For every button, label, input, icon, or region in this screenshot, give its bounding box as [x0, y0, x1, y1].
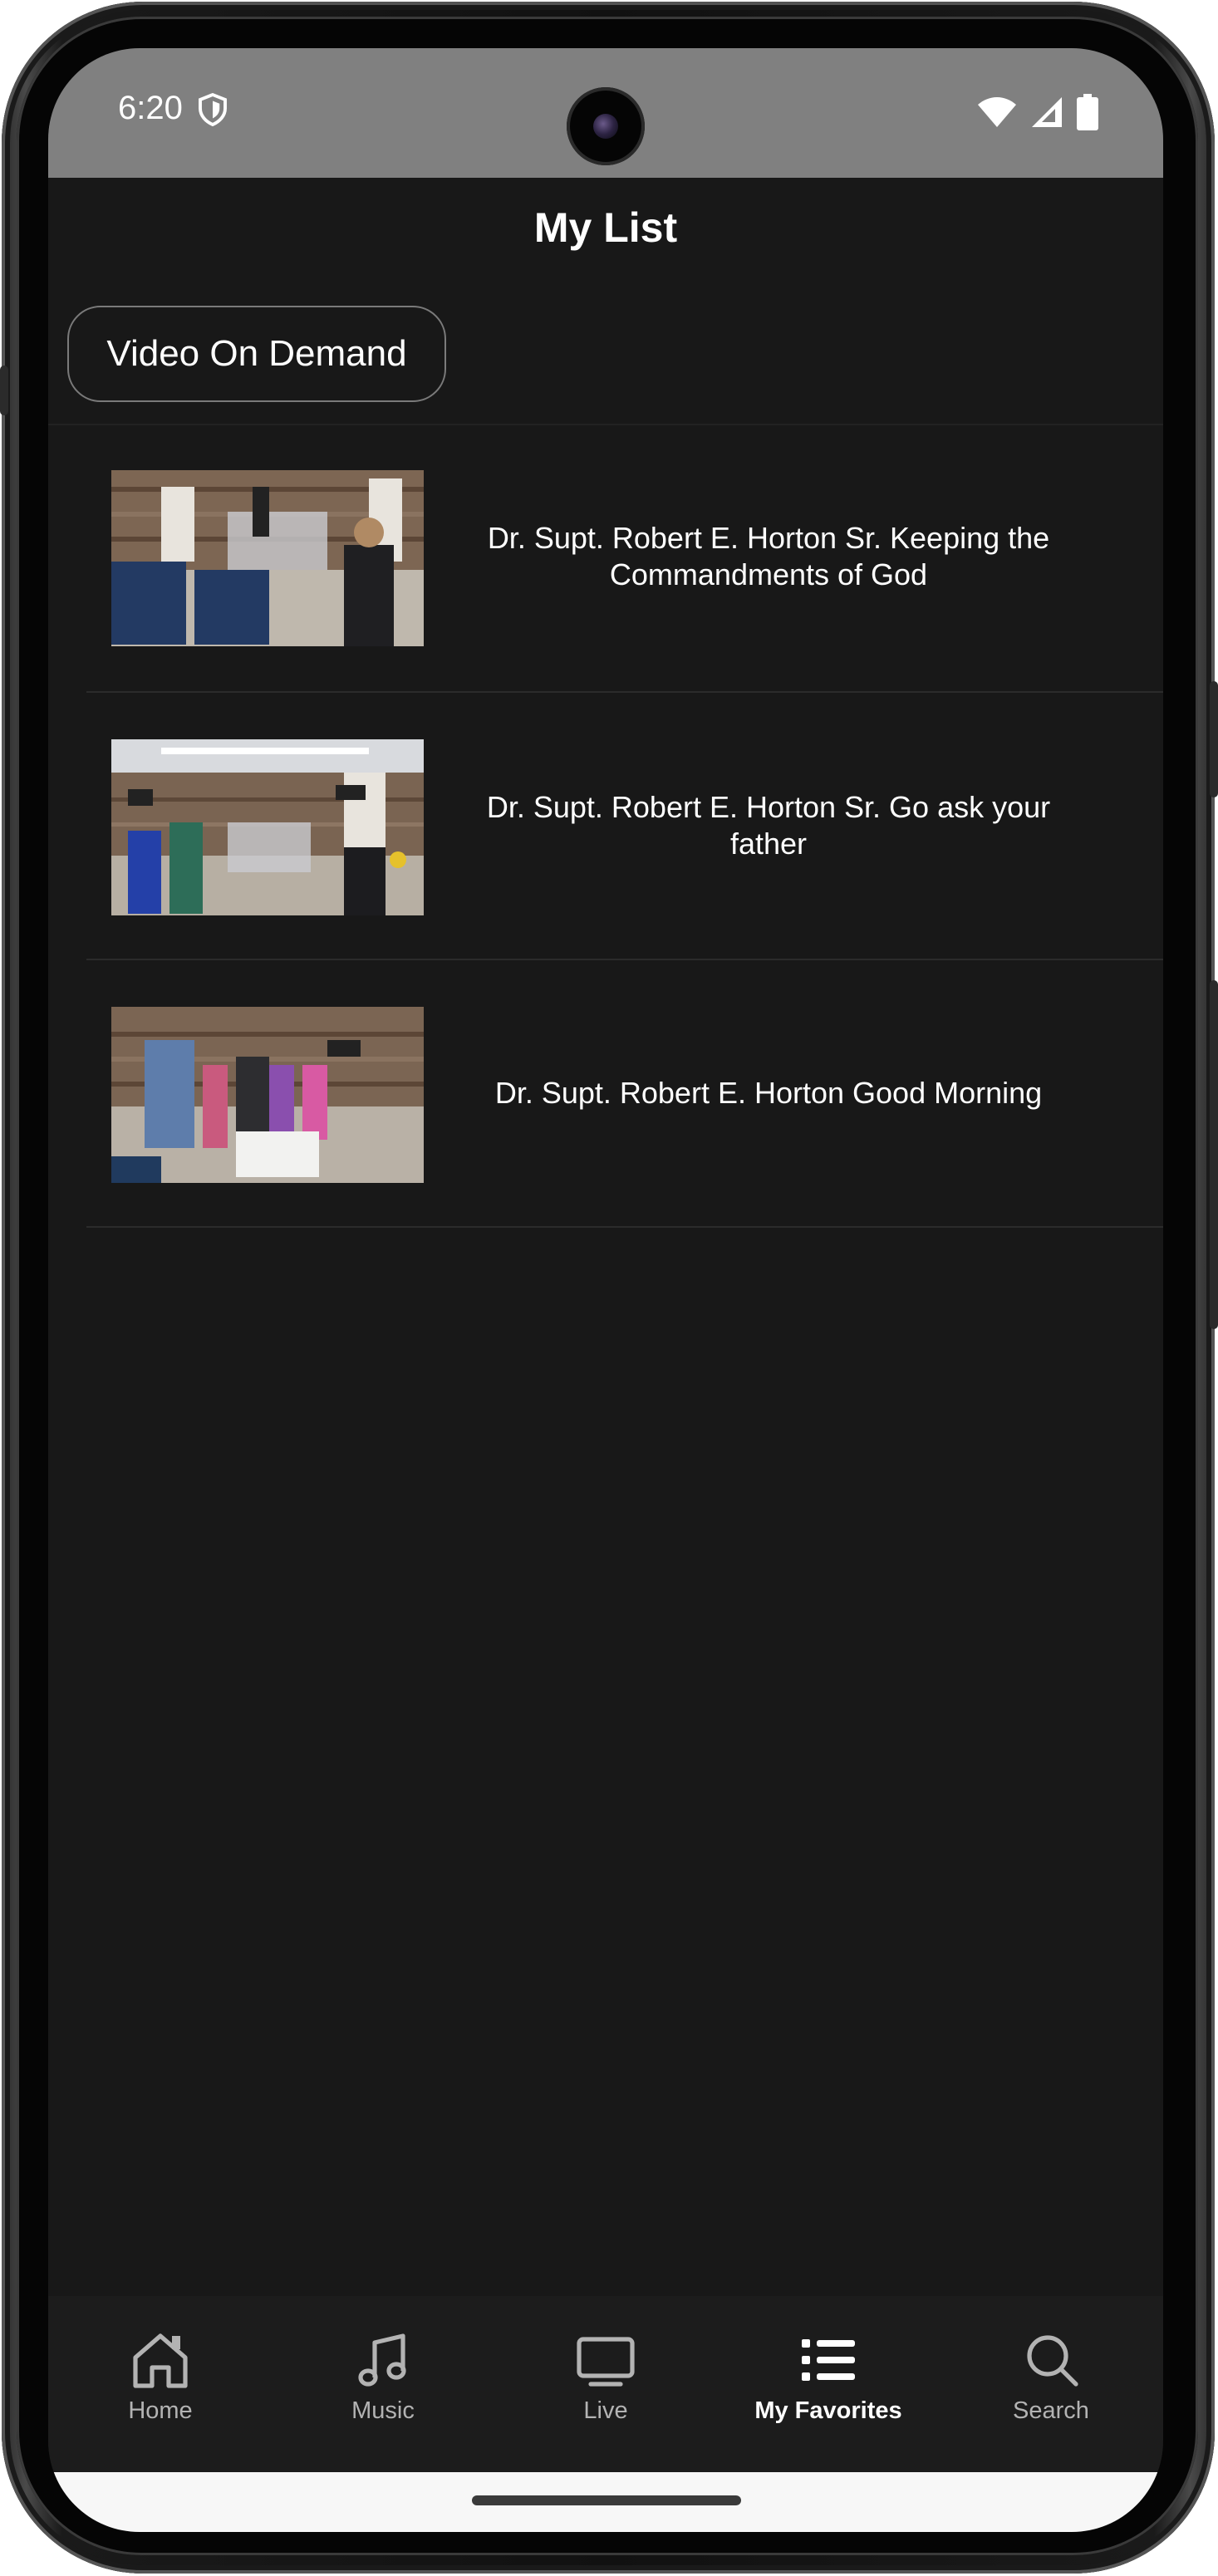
phone-power-button [1210, 980, 1218, 1329]
nav-home[interactable]: Home [48, 2296, 273, 2472]
video-on-demand-chip[interactable]: Video On Demand [67, 306, 446, 402]
home-icon [133, 2333, 188, 2388]
gesture-area [48, 2472, 1163, 2532]
list-item[interactable]: Dr. Supt. Robert E. Horton Good Morning [86, 960, 1163, 1228]
wifi-icon [978, 97, 1016, 127]
nav-music[interactable]: Music [271, 2296, 495, 2472]
nav-label: Search [1013, 2397, 1089, 2424]
list-item[interactable]: Dr. Supt. Robert E. Horton Sr. Go ask yo… [86, 693, 1163, 960]
list-item[interactable]: Dr. Supt. Robert E. Horton Sr. Keeping t… [86, 425, 1163, 693]
app-header: My List [48, 178, 1163, 277]
status-time: 6:20 [118, 90, 183, 126]
nav-label: My Favorites [754, 2397, 902, 2424]
phone-side-button [0, 366, 8, 415]
video-thumbnail-image [111, 1007, 424, 1183]
cell-signal-icon [1032, 97, 1062, 127]
nav-my-favorites[interactable]: My Favorites [716, 2296, 941, 2472]
front-camera [567, 87, 645, 165]
search-icon [1027, 2335, 1078, 2387]
home-gesture-bar[interactable] [472, 2495, 741, 2505]
nav-label: Live [583, 2397, 628, 2424]
video-title[interactable]: Dr. Supt. Robert E. Horton Sr. Keeping t… [460, 520, 1077, 593]
list-icon [802, 2339, 855, 2381]
phone-volume-button [1210, 681, 1218, 797]
battery-icon [1077, 94, 1098, 130]
nav-label: Home [128, 2397, 193, 2424]
video-title[interactable]: Dr. Supt. Robert E. Horton Good Morning [460, 1075, 1077, 1111]
video-title[interactable]: Dr. Supt. Robert E. Horton Sr. Go ask yo… [460, 789, 1077, 862]
nav-label: Music [351, 2397, 415, 2424]
status-icons [977, 93, 1098, 131]
shield-icon [199, 93, 227, 126]
music-note-icon [358, 2333, 406, 2387]
video-thumbnail[interactable] [111, 739, 424, 915]
video-thumbnail-image [111, 739, 424, 915]
nav-live[interactable]: Live [494, 2296, 718, 2472]
bottom-navigation: Home Music Live My Favorites Search [48, 2296, 1163, 2472]
video-thumbnail[interactable] [111, 1007, 424, 1183]
video-thumbnail-image [111, 470, 424, 646]
page-title: My List [533, 204, 678, 251]
status-bar: 6:20 [48, 48, 1163, 178]
screen: 6:20 My List Video On Demand Dr. Supt. R… [48, 48, 1163, 2532]
video-thumbnail[interactable] [111, 470, 424, 646]
tv-icon [577, 2337, 635, 2387]
nav-search[interactable]: Search [939, 2296, 1163, 2472]
